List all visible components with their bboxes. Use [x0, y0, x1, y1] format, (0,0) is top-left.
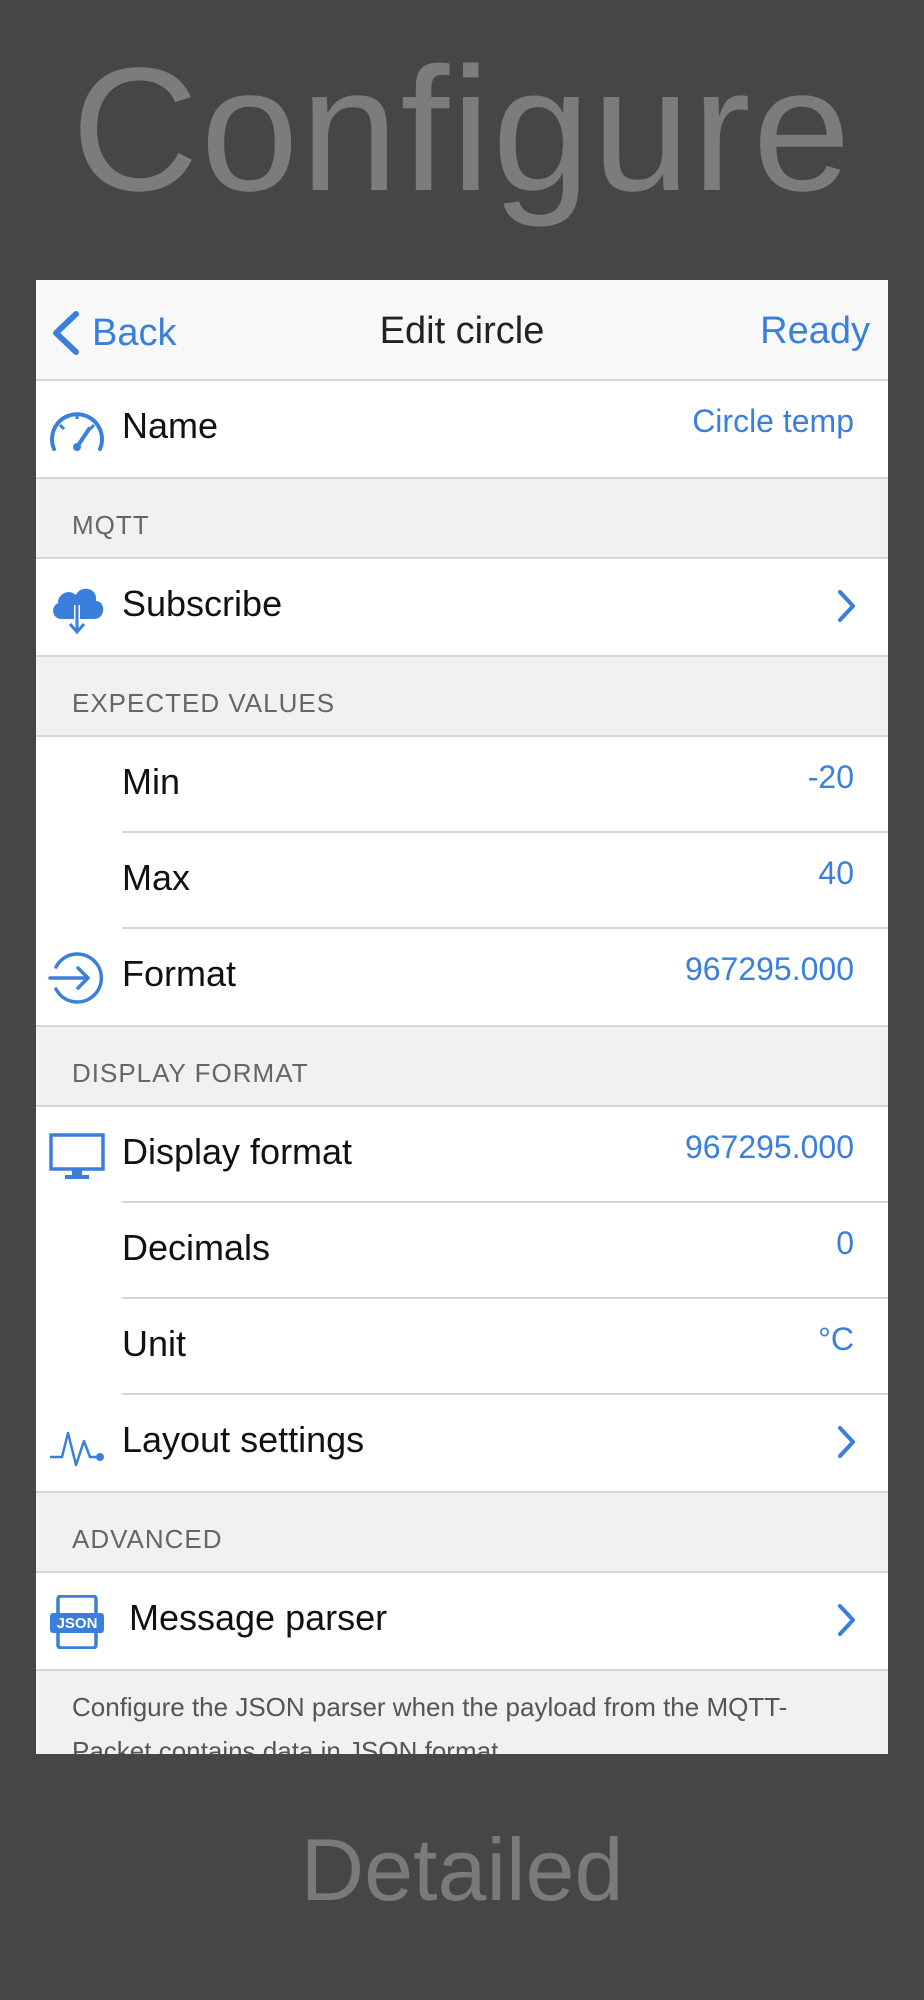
arrow-in-circle-icon	[48, 951, 106, 1005]
name-group: Name Circle temp	[36, 381, 888, 479]
unit-label: Unit	[122, 1323, 187, 1364]
format-value: 967295.000	[684, 951, 854, 987]
name-row[interactable]: Name Circle temp	[36, 381, 888, 477]
format-label: Format	[122, 953, 237, 994]
format-row[interactable]: Format 967295.000	[36, 929, 888, 1025]
section-header-expected-values: EXPECTED VALUES	[36, 657, 888, 737]
layout-settings-label: Layout settings	[122, 1419, 365, 1460]
unit-row[interactable]: Unit °C	[36, 1299, 888, 1395]
max-label: Max	[122, 857, 191, 898]
navigation-bar: Back Edit circle Ready	[36, 280, 888, 381]
chevron-right-icon	[838, 1604, 855, 1636]
cloud-download-icon	[48, 581, 106, 635]
subscribe-row[interactable]: Subscribe	[36, 559, 888, 655]
subscribe-label: Subscribe	[122, 583, 283, 624]
promo-headline: Configure	[71, 32, 853, 228]
section-header-advanced: ADVANCED	[36, 1493, 888, 1573]
section-header-mqtt: MQTT	[36, 479, 888, 559]
message-parser-label: Message parser	[129, 1597, 388, 1638]
expected-values-group: Min -20 Max 40 Format 967295.000	[36, 737, 888, 1027]
promo-caption: Detailed	[300, 1820, 624, 1919]
display-format-group: Display format 967295.000 Decimals 0 Uni…	[36, 1107, 888, 1493]
decimals-value: 0	[836, 1225, 854, 1261]
monitor-icon	[48, 1129, 106, 1183]
display-format-value: 967295.000	[684, 1129, 854, 1165]
name-label: Name	[122, 405, 219, 446]
unit-value: °C	[818, 1321, 854, 1357]
gauge-icon	[48, 403, 106, 457]
display-format-row[interactable]: Display format 967295.000	[36, 1107, 888, 1203]
max-value: 40	[818, 855, 854, 891]
message-parser-row[interactable]: JSON Message parser	[36, 1573, 888, 1669]
min-label: Min	[122, 761, 181, 802]
svg-text:JSON: JSON	[57, 1615, 98, 1632]
pulse-wave-icon	[48, 1417, 106, 1471]
mqtt-group: Subscribe	[36, 559, 888, 657]
decimals-label: Decimals	[122, 1227, 271, 1268]
max-row[interactable]: Max 40	[36, 833, 888, 929]
layout-settings-row[interactable]: Layout settings	[36, 1395, 888, 1491]
min-row[interactable]: Min -20	[36, 737, 888, 833]
advanced-group: JSON Message parser	[36, 1573, 888, 1671]
display-format-label: Display format	[122, 1131, 353, 1172]
chevron-right-icon	[838, 1426, 855, 1458]
phone-screen: Back Edit circle Ready Name Circle temp …	[36, 280, 888, 1754]
min-value: -20	[807, 759, 854, 795]
message-parser-footnote: Configure the JSON parser when the paylo…	[72, 1692, 788, 1754]
section-header-display-format: DISPLAY FORMAT	[36, 1027, 888, 1107]
name-value: Circle temp	[692, 403, 854, 439]
chevron-right-icon	[838, 590, 855, 622]
decimals-row[interactable]: Decimals 0	[36, 1203, 888, 1299]
json-file-icon: JSON	[48, 1595, 106, 1649]
ready-button[interactable]: Ready	[760, 310, 870, 353]
